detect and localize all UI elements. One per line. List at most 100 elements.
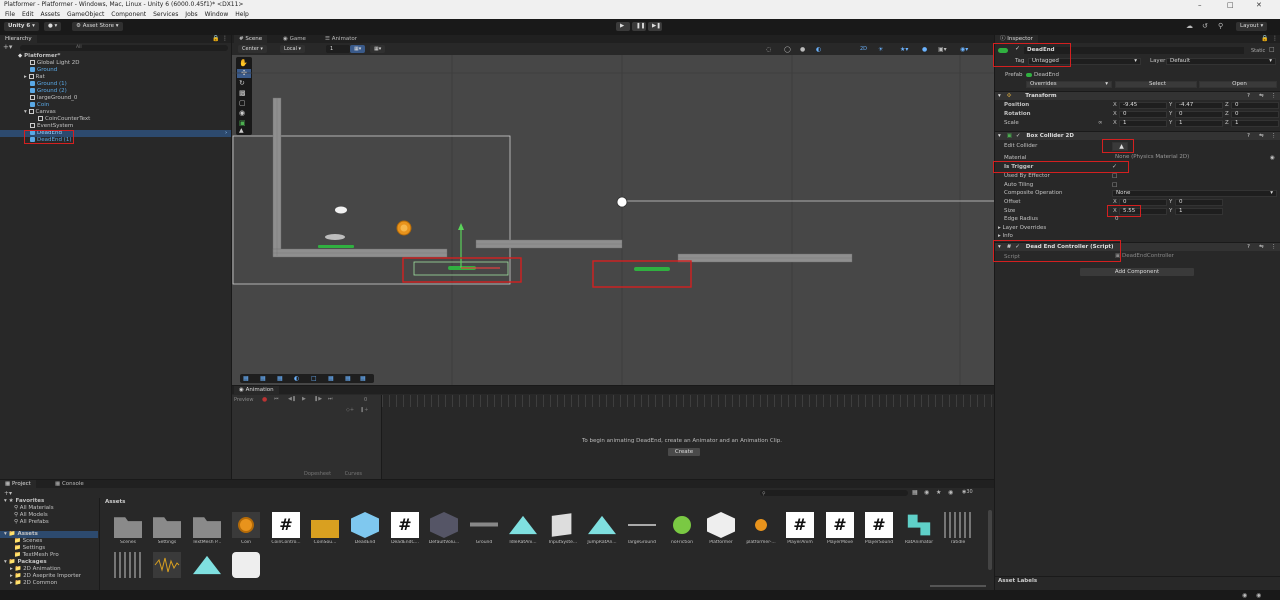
assets-subfolder[interactable]: 📁 Scenes xyxy=(14,538,42,545)
package-item[interactable]: ▸ 📁 2D Common xyxy=(10,580,57,587)
hierarchy-item-global-light[interactable]: Global Light 2D xyxy=(30,60,80,67)
prefab-asset-field[interactable]: DeadEnd xyxy=(1026,72,1059,79)
asset-item[interactable]: Coin xyxy=(228,512,264,545)
save-search-icon[interactable]: ★ xyxy=(936,488,941,497)
next-frame-icon[interactable]: ❚▶ xyxy=(314,396,322,402)
first-frame-icon[interactable]: ⏮ xyxy=(274,396,279,402)
preview-label[interactable]: Preview xyxy=(234,397,253,403)
layer-overrides-foldout[interactable]: ▸ Layer Overrides xyxy=(998,225,1046,232)
prev-frame-icon[interactable]: ◀❚ xyxy=(288,396,296,402)
dopesheet-tab[interactable]: Dopesheet xyxy=(304,471,331,477)
tab-console[interactable]: ▦ Console xyxy=(50,480,89,488)
open-prefab-button[interactable]: Open xyxy=(1199,81,1277,88)
tab-animator[interactable]: ☰ Animator xyxy=(320,35,362,43)
create-asset-icon[interactable]: +▾ xyxy=(4,489,12,498)
asset-item[interactable] xyxy=(189,552,225,578)
select-prefab-button[interactable]: Select xyxy=(1115,81,1197,88)
scale-y-field[interactable]: 1 xyxy=(1175,120,1223,127)
edge-radius-value[interactable]: 0 xyxy=(1115,216,1119,223)
record-icon[interactable]: ● xyxy=(262,396,267,403)
asset-item[interactable]: noFriction xyxy=(664,512,700,545)
create-clip-button[interactable]: Create xyxy=(668,448,700,456)
maximize-icon[interactable]: □ xyxy=(1227,0,1234,10)
project-scrollbar[interactable] xyxy=(988,510,992,570)
scale-x-field[interactable]: 1 xyxy=(1119,120,1167,127)
grid-snap-input[interactable]: 1 xyxy=(326,45,350,53)
favorite-item[interactable]: ⚲ All Materials xyxy=(14,505,54,512)
asset-item[interactable]: # PlayerSound xyxy=(861,512,897,545)
asset-item[interactable] xyxy=(149,552,185,578)
component-menu-icon[interactable]: ⋮ xyxy=(1271,243,1277,252)
box-collider-header[interactable]: ▾ ▣ ✓ Box Collider 2D ? ⇋ ⋮ xyxy=(995,131,1280,140)
position-y-field[interactable]: -4.47 xyxy=(1175,102,1223,109)
asset-item[interactable]: # CoinContro... xyxy=(268,512,304,545)
menu-help[interactable]: Help xyxy=(235,11,249,18)
play-button[interactable]: ▶ xyxy=(616,22,630,31)
fx-toggle-icon[interactable]: ★▾ xyxy=(900,45,908,54)
animation-timeline-ruler[interactable] xyxy=(382,395,994,407)
rotation-x-field[interactable]: 0 xyxy=(1119,111,1167,118)
hierarchy-item-ground-2[interactable]: Ground (2) xyxy=(30,88,67,95)
menu-file[interactable]: File xyxy=(5,11,15,18)
transform-header[interactable]: ▾ ✣ Transform ? ⇋ ⋮ xyxy=(995,91,1280,100)
tile-fill-icon[interactable]: ▦ xyxy=(360,374,366,383)
scale-z-field[interactable]: 1 xyxy=(1231,120,1279,127)
asset-item[interactable] xyxy=(110,552,146,578)
menu-window[interactable]: Window xyxy=(205,11,229,18)
tab-game[interactable]: ◉ Game xyxy=(278,35,311,43)
preset-icon[interactable]: ⇋ xyxy=(1259,243,1264,252)
hierarchy-item-rat[interactable]: ▸ Rat xyxy=(24,74,45,81)
menu-gameobject[interactable]: GameObject xyxy=(67,11,104,18)
hierarchy-item-canvas[interactable]: ▾ Canvas xyxy=(24,109,56,116)
asset-item[interactable]: # PlayerAnim xyxy=(782,512,818,545)
layout-dropdown[interactable]: Layout ▾ xyxy=(1236,22,1268,31)
lighting-toggle-icon[interactable]: ☀ xyxy=(878,45,883,54)
project-breadcrumb[interactable]: Assets xyxy=(105,499,125,505)
object-picker-icon[interactable]: ◉ xyxy=(1270,155,1275,162)
asset-item[interactable]: # DeadEndC... xyxy=(387,512,423,545)
menu-assets[interactable]: Assets xyxy=(41,11,61,18)
packages-folder[interactable]: ▾ 📁 Packages xyxy=(4,559,47,566)
rotation-y-field[interactable]: 0 xyxy=(1175,111,1223,118)
asset-item[interactable]: Scenes xyxy=(110,512,146,545)
lock-icon[interactable]: 🔒 xyxy=(1261,34,1268,43)
more-options-icon[interactable]: ⋮ xyxy=(222,34,228,43)
component-enabled-checkbox[interactable]: ✓ xyxy=(1016,133,1021,139)
tab-animation[interactable]: ◉ Animation xyxy=(234,386,279,394)
menu-jobs[interactable]: Jobs xyxy=(185,11,197,18)
composite-operation-dropdown[interactable]: None ▾ xyxy=(1112,190,1277,197)
overrides-dropdown[interactable]: Overrides ▾ xyxy=(1026,81,1112,88)
close-icon[interactable]: ✕ xyxy=(1256,0,1262,10)
tile-box-icon[interactable]: □ xyxy=(311,374,317,383)
used-by-effector-checkbox[interactable]: □ xyxy=(1112,173,1117,180)
tile-picker-icon[interactable]: ▦ xyxy=(328,374,334,383)
shading-wire-icon[interactable]: ◯ xyxy=(784,45,791,54)
assets-folder[interactable]: ▾ 📁 Assets xyxy=(0,531,98,538)
space-dropdown[interactable]: Local ▾ xyxy=(280,45,306,53)
add-component-button[interactable]: Add Component xyxy=(1080,268,1194,276)
last-frame-icon[interactable]: ⏭ xyxy=(328,396,333,402)
asset-item[interactable]: largeGround xyxy=(624,512,660,545)
position-x-field[interactable]: -9.45 xyxy=(1119,102,1167,109)
asset-item[interactable]: RatAnimator xyxy=(901,512,937,545)
progress-icon[interactable]: ◉ xyxy=(1256,591,1261,600)
constrain-proportions-icon[interactable]: ∞ xyxy=(1098,120,1103,127)
tile-palette-icon[interactable]: ▦ xyxy=(243,374,249,383)
hierarchy-item-large-ground[interactable]: largeGround_0 xyxy=(30,95,77,102)
tab-inspector[interactable]: ⓘ Inspector xyxy=(995,35,1038,43)
asset-item[interactable]: CoinSou... xyxy=(307,512,343,545)
grid-toggle-button[interactable]: ▦▾ xyxy=(350,45,366,53)
hierarchy-item-coin[interactable]: Coin xyxy=(30,102,49,109)
size-y-field[interactable]: 1 xyxy=(1175,208,1223,215)
tab-project[interactable]: ▦ Project xyxy=(0,480,36,488)
undo-history-icon[interactable]: ↺ xyxy=(1202,22,1208,31)
hierarchy-item-coin-counter-text[interactable]: CoinCounterText xyxy=(38,116,90,123)
collapse-arrow-icon[interactable]: ▾ xyxy=(998,133,1001,139)
add-event-icon[interactable]: ❚+ xyxy=(360,407,368,413)
asset-item[interactable]: DeadEnd xyxy=(347,512,383,545)
pause-button[interactable]: ❚❚ xyxy=(632,22,646,31)
add-object-icon[interactable]: +▾ xyxy=(3,43,12,52)
packages-visibility-icon[interactable]: ◉ xyxy=(948,488,953,497)
asset-item[interactable]: Platformer xyxy=(703,512,739,545)
snap-settings-button[interactable]: ▦▾ xyxy=(370,45,386,53)
